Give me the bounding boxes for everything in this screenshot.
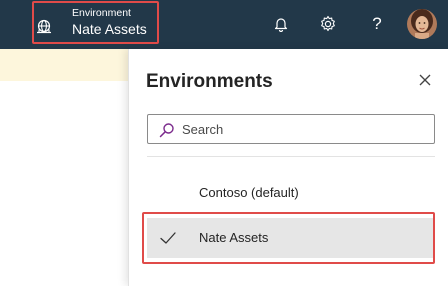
settings-button[interactable] <box>317 12 339 36</box>
question-mark-icon: ? <box>372 14 382 33</box>
environment-item-label: Contoso (default) <box>199 185 299 200</box>
environments-panel: Environments Contoso (default) Nate Asse… <box>128 49 448 286</box>
environment-item-nate-assets[interactable]: Nate Assets <box>147 218 435 258</box>
notifications-button[interactable] <box>270 12 292 36</box>
environment-item-label: Nate Assets <box>199 230 269 245</box>
search-input[interactable] <box>182 119 427 139</box>
globe-icon <box>37 19 51 34</box>
help-button[interactable]: ? <box>366 12 388 36</box>
environment-caption: Environment <box>72 7 131 19</box>
search-box[interactable] <box>147 114 435 144</box>
environment-item-contoso[interactable]: Contoso (default) <box>147 173 435 213</box>
environment-name: Nate Assets <box>72 21 147 37</box>
gear-icon <box>321 15 335 32</box>
environment-picker[interactable]: Environment Nate Assets <box>28 0 160 44</box>
search-icon <box>159 123 174 138</box>
divider <box>147 156 435 157</box>
user-avatar[interactable] <box>407 9 437 39</box>
bell-icon <box>274 18 288 32</box>
panel-title: Environments <box>146 71 273 92</box>
close-button[interactable] <box>415 70 435 90</box>
notice-strip <box>0 49 128 81</box>
checkmark-icon <box>160 232 176 244</box>
avatar-image <box>407 9 437 39</box>
top-bar: Environment Nate Assets ? <box>0 0 448 49</box>
page-content <box>0 81 128 286</box>
close-icon <box>419 74 431 86</box>
